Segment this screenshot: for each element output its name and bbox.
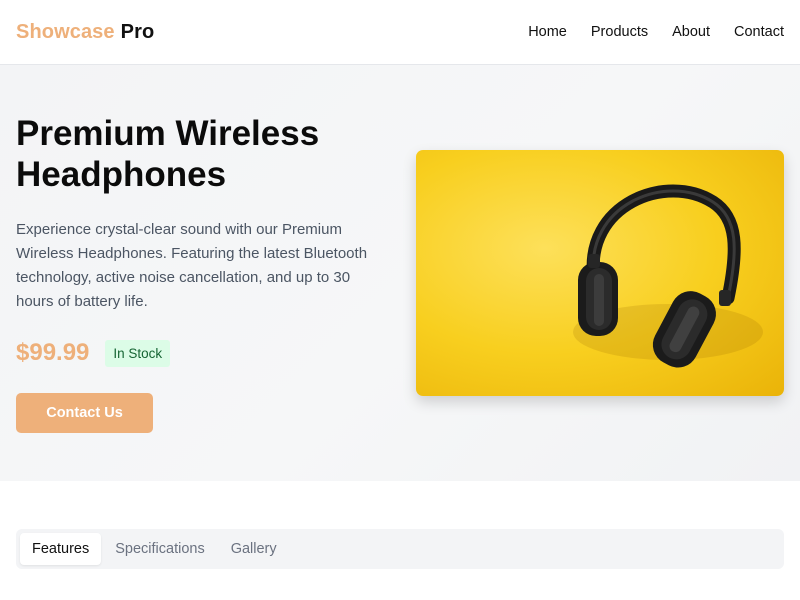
price-row: $99.99 In Stock bbox=[16, 339, 171, 367]
product-title: Premium Wireless Headphones bbox=[16, 114, 320, 194]
contact-us-button[interactable]: Contact Us bbox=[16, 393, 153, 433]
product-tabs: Features Specifications Gallery bbox=[16, 529, 784, 569]
product-image bbox=[416, 150, 784, 396]
tab-gallery[interactable]: Gallery bbox=[219, 533, 289, 565]
navbar: Showcase Pro Home Products About Contact bbox=[0, 0, 800, 65]
main-nav: Home Products About Contact bbox=[528, 24, 784, 40]
nav-link-contact[interactable]: Contact bbox=[734, 24, 784, 40]
product-price: $99.99 bbox=[16, 339, 90, 366]
brand-name-part2: Pro bbox=[120, 20, 155, 43]
stock-badge: In Stock bbox=[105, 339, 171, 367]
headphones-icon bbox=[573, 184, 763, 368]
brand-name-part1: Showcase bbox=[16, 20, 115, 43]
tab-features[interactable]: Features bbox=[20, 533, 102, 565]
tab-specifications[interactable]: Specifications bbox=[103, 533, 216, 565]
product-description: Experience crystal-clear sound with our … bbox=[16, 221, 368, 310]
nav-link-products[interactable]: Products bbox=[591, 24, 648, 40]
nav-link-about[interactable]: About bbox=[672, 24, 710, 40]
hero-section: Premium Wireless Headphones Experience c… bbox=[0, 65, 800, 481]
brand-logo[interactable]: Showcase Pro bbox=[16, 21, 154, 44]
nav-link-home[interactable]: Home bbox=[528, 24, 567, 40]
